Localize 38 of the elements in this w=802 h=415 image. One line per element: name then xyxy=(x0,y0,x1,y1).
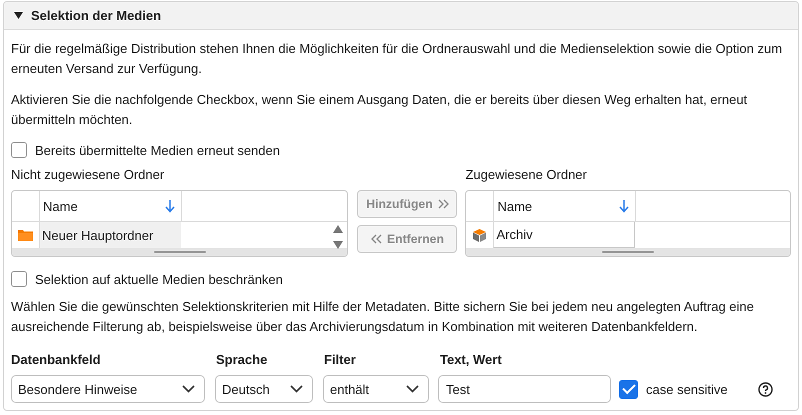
description-text: Für die regelmäßige Distribution stehen Ihnen die Möglichkeiten für die Ordnerauswahl und die Medienselektion sowie die Option zum erneuten Versand zur Verfügung. xyxy=(11,40,784,78)
chevron-down-icon xyxy=(182,385,195,393)
chevron-down-icon xyxy=(406,385,419,393)
sort-down-icon[interactable] xyxy=(619,200,630,212)
double-chevron-left-icon xyxy=(371,234,382,244)
field-label: Sprache xyxy=(216,352,268,366)
sort-down-icon[interactable] xyxy=(165,200,175,212)
cube-icon xyxy=(473,228,486,242)
scroll-up-icon[interactable] xyxy=(333,225,344,233)
description-text: Wählen Sie die gewünschten Selektionskriterien mit Hilfe der Metadaten. Bitte sichern Sie bei jedem neu angelegten Auftrag eine ausreichende Filterung ab, beispielsweise über das Archivierungsdatum in Kombination mit weiteren Datenbankfeldern. xyxy=(11,298,755,336)
description-text: Aktivieren Sie die nachfolgende Checkbox, wenn Sie einem Ausgang Daten, die er bereits über diesen Weg erhalten hat, erneut übermitteln möchten. xyxy=(11,91,748,128)
checkbox[interactable] xyxy=(619,380,638,398)
caret-down-icon[interactable] xyxy=(14,12,23,19)
panel-title: Selektion der Medien xyxy=(31,8,162,23)
field-label: Filter xyxy=(324,352,356,366)
value-input-field[interactable]: Test xyxy=(438,375,611,403)
double-chevron-right-icon xyxy=(438,199,449,209)
checkbox-label: case sensitive xyxy=(646,382,728,396)
list-title: Nicht zugewiesene Ordner xyxy=(11,167,166,182)
column-header[interactable]: Name xyxy=(496,198,532,214)
field-label: Text, Wert xyxy=(440,352,502,366)
horizontal-scrollbar[interactable] xyxy=(466,248,790,256)
language-dropdown[interactable]: Deutsch xyxy=(215,375,313,403)
panel-header[interactable]: Selektion der Medien xyxy=(4,2,798,30)
table-cell[interactable]: Neuer Hauptordner xyxy=(39,222,181,248)
checkbox[interactable] xyxy=(11,142,27,158)
horizontal-scrollbar[interactable] xyxy=(12,248,348,256)
chevron-down-icon xyxy=(290,385,303,393)
checkbox[interactable] xyxy=(11,271,27,287)
checkbox-label: Bereits übermittelte Medien erneut senden xyxy=(35,142,280,158)
filter-dropdown[interactable]: enthält xyxy=(323,375,429,403)
column-header[interactable]: Name xyxy=(42,198,78,214)
help-icon[interactable] xyxy=(758,382,773,396)
database-field-dropdown[interactable]: Besondere Hinweise xyxy=(11,375,205,403)
folder-icon xyxy=(18,229,33,241)
list-title: Zugewiesene Ordner xyxy=(465,167,588,182)
field-label: Datenbankfeld xyxy=(11,352,101,366)
checkbox-label: Selektion auf aktuelle Medien beschränken xyxy=(35,272,283,286)
